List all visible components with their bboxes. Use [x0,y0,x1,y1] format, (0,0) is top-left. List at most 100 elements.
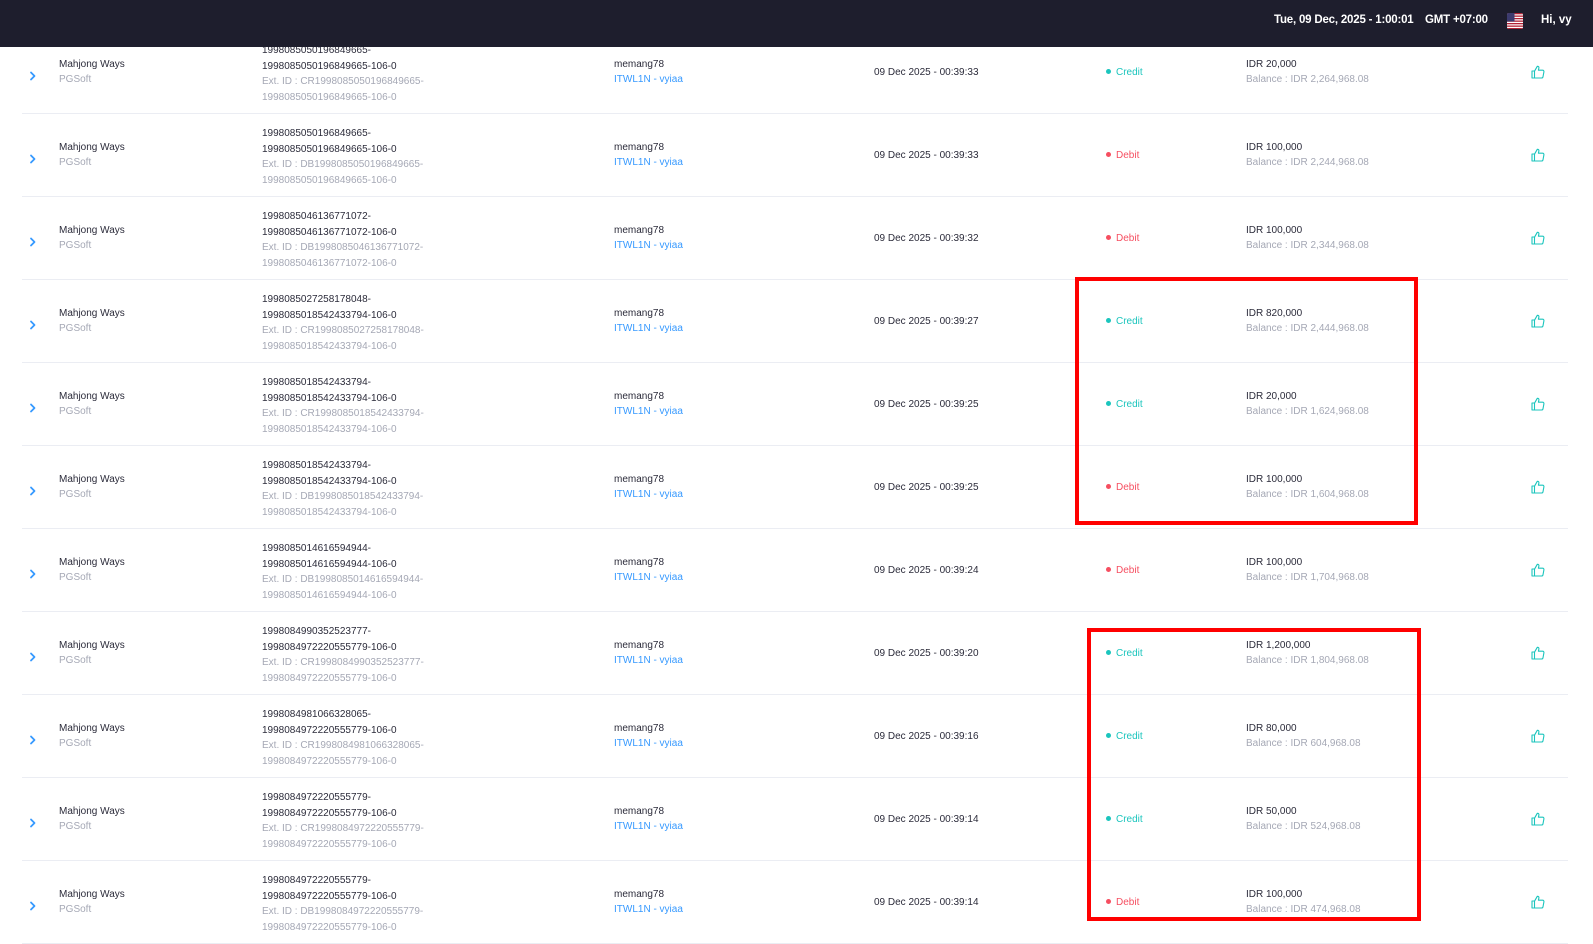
balance-after: Balance : IDR 1,704,968.08 [1246,572,1369,583]
transaction-type-badge: Credit [1106,731,1143,742]
thumbs-up-icon[interactable] [1530,811,1546,827]
us-flag-icon[interactable] [1507,13,1523,29]
tx-id-line-2: 1998084972220555779-106-0 [262,641,397,653]
tx-id-line-1: 1998084972220555779- [262,875,371,886]
thumbs-up-icon[interactable] [1530,479,1546,495]
agent-link[interactable]: ITWL1N - vyiaa [614,240,683,251]
ext-id-line-1: Ext. ID : DB1998085018542433794- [262,491,424,502]
tx-id-line-1: 1998085018542433794- [262,460,371,471]
chevron-right-icon[interactable] [28,68,38,81]
username: memang78 [614,640,665,651]
ext-id-line-1: Ext. ID : CR1998084990352523777- [262,657,424,668]
status-dot [1106,898,1111,904]
agent-link[interactable]: ITWL1N - vyiaa [614,572,683,583]
chevron-right-icon[interactable] [28,732,38,745]
transaction-date: 09 Dec 2025 - 00:39:25 [874,482,979,493]
tx-id-line-2: 1998084972220555779-106-0 [262,807,397,819]
transaction-type-label: Credit [1116,67,1143,78]
ext-id-line-2: 1998085050196849665-106-0 [262,91,397,103]
transaction-amount: IDR 100,000 [1246,142,1303,153]
thumbs-up-icon[interactable] [1530,728,1546,744]
transaction-type-label: Debit [1116,897,1140,908]
thumbs-up-icon[interactable] [1530,313,1546,329]
tx-id-line-1: 1998084972220555779- [262,792,371,803]
balance-after: Balance : IDR 2,344,968.08 [1246,240,1369,251]
game-name: Mahjong Ways [59,474,125,485]
game-name: Mahjong Ways [59,557,125,568]
transaction-id: 1998085050196849665- 1998085050196849665… [262,126,423,188]
provider-name: PGSoft [59,240,92,251]
tx-id-line-1: 1998085046136771072- [262,211,371,222]
tx-id-line-1: 1998085050196849665- [262,128,371,139]
provider-name: PGSoft [59,904,92,915]
chevron-right-icon[interactable] [28,649,38,662]
agent-link[interactable]: ITWL1N - vyiaa [614,904,683,915]
tx-id-line-2: 1998085018542433794-106-0 [262,392,397,404]
provider-name: PGSoft [59,655,92,666]
chevron-right-icon[interactable] [28,815,38,828]
tx-id-line-2: 1998085018542433794-106-0 [262,475,397,487]
transaction-amount: IDR 100,000 [1246,474,1303,485]
transaction-type-label: Credit [1116,814,1143,825]
game-name: Mahjong Ways [59,391,125,402]
table-row: Mahjong Ways PGSoft 1998085046136771072-… [22,197,1568,280]
chevron-right-icon[interactable] [28,400,38,413]
agent-link[interactable]: ITWL1N - vyiaa [614,655,683,666]
agent-link[interactable]: ITWL1N - vyiaa [614,821,683,832]
chevron-right-icon[interactable] [28,151,38,164]
chevron-right-icon[interactable] [28,566,38,579]
thumbs-up-icon[interactable] [1530,645,1546,661]
agent-link[interactable]: ITWL1N - vyiaa [614,406,683,417]
transaction-type-label: Debit [1116,565,1140,576]
agent-link[interactable]: ITWL1N - vyiaa [614,74,683,85]
thumbs-up-icon[interactable] [1530,894,1546,910]
balance-after: Balance : IDR 474,968.08 [1246,904,1361,915]
current-datetime: Tue, 09 Dec, 2025 - 1:00:01 [1274,14,1414,26]
transaction-type-badge: Credit [1106,648,1143,659]
agent-link[interactable]: ITWL1N - vyiaa [614,157,683,168]
username: memang78 [614,308,665,319]
username: memang78 [614,142,665,153]
transaction-date: 09 Dec 2025 - 00:39:14 [874,814,979,825]
provider-name: PGSoft [59,572,92,583]
transaction-date: 09 Dec 2025 - 00:39:32 [874,233,979,244]
ext-id-line-1: Ext. ID : CR1998084981066328065- [262,740,424,751]
transaction-id: 1998085018542433794- 1998085018542433794… [262,458,423,520]
chevron-right-icon[interactable] [28,317,38,330]
game-name: Mahjong Ways [59,889,125,900]
transaction-id: 1998085046136771072- 1998085046136771072… [262,209,423,271]
transaction-amount: IDR 20,000 [1246,391,1297,402]
tx-id-line-2: 1998085046136771072-106-0 [262,226,397,238]
chevron-right-icon[interactable] [28,234,38,247]
chevron-right-icon[interactable] [28,898,38,911]
thumbs-up-icon[interactable] [1530,147,1546,163]
game-name: Mahjong Ways [59,640,125,651]
username: memang78 [614,723,665,734]
user-greeting[interactable]: Hi, vy [1541,14,1572,26]
thumbs-up-icon[interactable] [1530,230,1546,246]
balance-after: Balance : IDR 1,604,968.08 [1246,489,1369,500]
ext-id-line-2: 1998085018542433794-106-0 [262,423,397,435]
ext-id-line-2: 1998085046136771072-106-0 [262,257,397,269]
provider-name: PGSoft [59,489,92,500]
agent-link[interactable]: ITWL1N - vyiaa [614,738,683,749]
ext-id-line-2: 1998084972220555779-106-0 [262,672,397,684]
table-row: Mahjong Ways PGSoft 1998084990352523777-… [22,612,1568,695]
transaction-id: 1998085014616594944- 1998085014616594944… [262,541,423,603]
status-dot [1106,483,1111,489]
transaction-date: 09 Dec 2025 - 00:39:16 [874,731,979,742]
thumbs-up-icon[interactable] [1530,562,1546,578]
thumbs-up-icon[interactable] [1530,64,1546,80]
transaction-date: 09 Dec 2025 - 00:39:25 [874,399,979,410]
chevron-right-icon[interactable] [28,483,38,496]
provider-name: PGSoft [59,157,92,168]
ext-id-line-2: 1998085018542433794-106-0 [262,506,397,518]
transaction-type-label: Credit [1116,399,1143,410]
thumbs-up-icon[interactable] [1530,396,1546,412]
status-dot [1106,234,1111,240]
transaction-type-badge: Credit [1106,316,1143,327]
transaction-type-label: Debit [1116,233,1140,244]
transaction-amount: IDR 100,000 [1246,889,1303,900]
agent-link[interactable]: ITWL1N - vyiaa [614,489,683,500]
agent-link[interactable]: ITWL1N - vyiaa [614,323,683,334]
